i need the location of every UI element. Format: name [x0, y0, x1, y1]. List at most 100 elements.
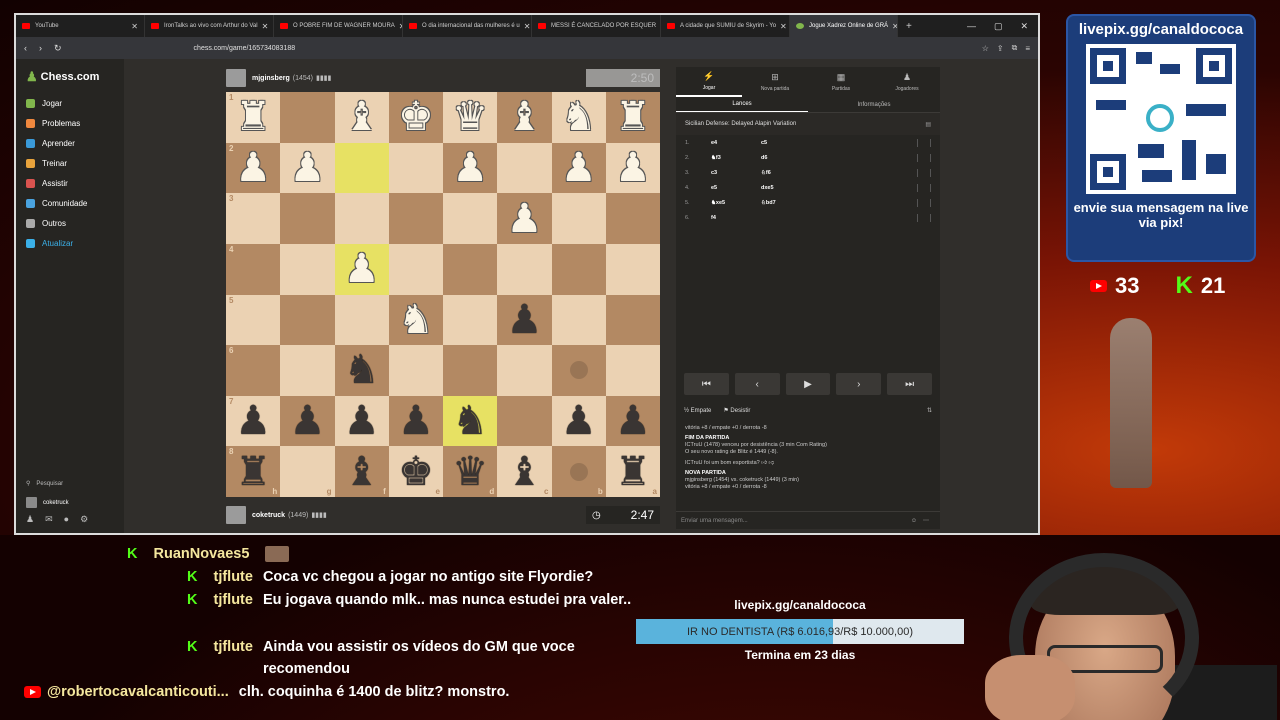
black-pawn-piece[interactable]: ♟: [561, 401, 597, 441]
board-square[interactable]: 6: [226, 345, 281, 396]
board-square[interactable]: [280, 243, 335, 295]
white-move[interactable]: ♞xe5: [711, 200, 761, 206]
board-square[interactable]: 7 ♟: [226, 395, 281, 447]
black-king-piece[interactable]: ♚: [398, 452, 434, 492]
sidebar-item-aprender[interactable]: Aprender: [26, 133, 124, 153]
black-move[interactable]: ♘bd7: [761, 200, 821, 206]
tab-jogar[interactable]: ⚡ Jogar: [676, 67, 742, 97]
black-bishop-piece[interactable]: ♝: [344, 452, 380, 492]
black-move[interactable]: c5: [761, 140, 821, 146]
prev-move-button[interactable]: ‹: [734, 373, 780, 395]
black-pawn-piece[interactable]: ♟: [506, 300, 542, 340]
white-bishop-piece[interactable]: ♝: [506, 97, 542, 137]
white-pawn-piece[interactable]: ♟: [235, 148, 271, 188]
last-move-button[interactable]: ⏭: [887, 373, 932, 395]
bookmark-icon[interactable]: ☆: [982, 44, 989, 53]
board-square[interactable]: [605, 193, 660, 244]
black-queen-piece[interactable]: ♛: [452, 452, 488, 492]
board-square[interactable]: [388, 243, 443, 295]
white-pawn-piece[interactable]: ♟: [344, 249, 380, 289]
board-square[interactable]: [551, 294, 606, 346]
black-knight-piece[interactable]: ♞: [344, 350, 380, 390]
white-pawn-piece[interactable]: ♟: [506, 199, 542, 239]
board-square[interactable]: [280, 294, 335, 346]
board-square[interactable]: [388, 345, 443, 396]
sidebar-user[interactable]: coketruck: [26, 493, 88, 512]
close-window-button[interactable]: ✕: [1020, 21, 1028, 32]
black-pawn-piece[interactable]: ♟: [398, 401, 434, 441]
white-move[interactable]: f4: [711, 215, 761, 221]
board-square[interactable]: ♟: [443, 142, 498, 194]
board-square[interactable]: [334, 193, 389, 244]
white-knight-piece[interactable]: ♞: [561, 97, 597, 137]
board-square[interactable]: [280, 193, 335, 244]
mail-icon[interactable]: ✉: [45, 514, 53, 525]
board-square[interactable]: [334, 142, 389, 194]
browser-tab[interactable]: O dia internacional das mulheres é u ✕: [403, 15, 532, 37]
board-square[interactable]: ♛: [443, 92, 498, 143]
white-bishop-piece[interactable]: ♝: [344, 97, 380, 137]
board-square[interactable]: [551, 345, 606, 396]
browser-tab[interactable]: MESSI É CANCELADO POR ESQUER✕: [532, 15, 661, 37]
board-square[interactable]: ♟: [334, 395, 389, 447]
board-square[interactable]: [497, 243, 552, 295]
white-pawn-piece[interactable]: ♟: [561, 148, 597, 188]
board-square[interactable]: ♝: [497, 92, 552, 143]
board-square[interactable]: [388, 193, 443, 244]
board-square[interactable]: [443, 243, 498, 295]
board-square[interactable]: f ♝: [334, 446, 389, 497]
close-icon[interactable]: ✕: [776, 22, 787, 31]
board-square[interactable]: d ♛: [443, 446, 498, 497]
white-move[interactable]: ♞f3: [711, 155, 761, 161]
black-bishop-piece[interactable]: ♝: [506, 452, 542, 492]
board-square[interactable]: ♚: [388, 92, 443, 143]
board-square[interactable]: ♞: [551, 92, 606, 143]
board-square[interactable]: ♟: [334, 243, 389, 295]
reload-icon[interactable]: ↻: [54, 43, 62, 54]
browser-tab[interactable]: A cidade que SUMIU de Skyrim - Yo ✕: [661, 15, 790, 37]
board-square[interactable]: [605, 294, 660, 346]
tab-nova-partida[interactable]: ⊞ Nova partida: [742, 67, 808, 97]
sidebar-item-problemas[interactable]: Problemas: [26, 113, 124, 133]
board-square[interactable]: g: [280, 446, 335, 497]
board-square[interactable]: a ♜: [605, 446, 660, 497]
settings-icon[interactable]: ⚙: [80, 514, 88, 525]
black-rook-piece[interactable]: ♜: [615, 452, 651, 492]
board-square[interactable]: [497, 395, 552, 447]
board-square[interactable]: ♟: [280, 142, 335, 194]
next-move-button[interactable]: ›: [836, 373, 882, 395]
url-field[interactable]: chess.com/game/165734083188: [194, 45, 296, 52]
board-square[interactable]: ♟: [497, 193, 552, 244]
first-move-button[interactable]: ⏮: [684, 373, 729, 395]
board-square[interactable]: [497, 345, 552, 396]
browser-tab[interactable]: YouTube ✕: [16, 15, 145, 37]
board-square[interactable]: 3: [226, 193, 281, 244]
board-square[interactable]: c ♝: [497, 446, 552, 497]
friends-icon[interactable]: ♟: [26, 514, 34, 525]
black-rook-piece[interactable]: ♜: [235, 452, 271, 492]
close-icon[interactable]: ✕: [888, 22, 897, 31]
board-square[interactable]: [443, 193, 498, 244]
tab-info[interactable]: Informações: [808, 97, 940, 112]
browser-tab[interactable]: Jogue Xadrez Online de GRÁ✕: [790, 15, 898, 37]
board-square[interactable]: e ♚: [388, 446, 443, 497]
white-pawn-piece[interactable]: ♟: [452, 148, 488, 188]
tab-moves[interactable]: Lances: [676, 97, 808, 112]
board-square[interactable]: b: [551, 446, 606, 497]
board-square[interactable]: [551, 243, 606, 295]
black-knight-piece[interactable]: ♞: [452, 401, 488, 441]
white-knight-piece[interactable]: ♞: [398, 300, 434, 340]
board-square[interactable]: ♟: [551, 395, 606, 447]
resign-button[interactable]: ⚑ Desistir: [723, 407, 750, 414]
board-square[interactable]: ♞: [334, 345, 389, 396]
board-square[interactable]: [388, 142, 443, 194]
sidebar-item-comunidade[interactable]: Comunidade: [26, 193, 124, 213]
white-queen-piece[interactable]: ♛: [452, 97, 488, 137]
share-icon[interactable]: ⇪: [997, 44, 1004, 53]
board-square[interactable]: 8 h ♜: [226, 446, 281, 497]
board-square[interactable]: 1 ♜: [226, 92, 281, 143]
close-icon[interactable]: ✕: [258, 22, 269, 31]
sidebar-item-assistir[interactable]: Assistir: [26, 173, 124, 193]
board-square[interactable]: ♞: [443, 395, 498, 447]
sidebar-item-outros[interactable]: Outros: [26, 213, 124, 233]
